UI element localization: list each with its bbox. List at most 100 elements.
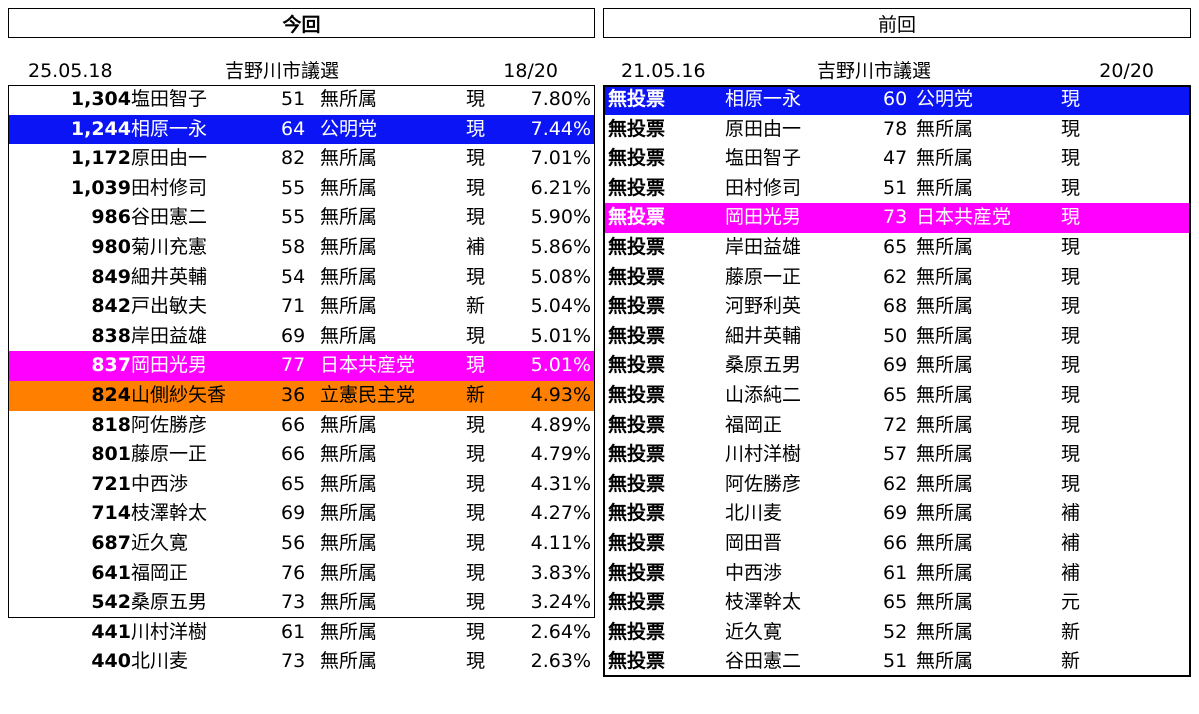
candidate-party: 無所属 — [320, 502, 378, 525]
candidate-party: 無所属 — [320, 413, 378, 436]
election-result: 無投票 — [608, 324, 666, 347]
candidate-age: 72 — [883, 413, 908, 436]
candidate-age: 51 — [281, 88, 306, 110]
candidate-party: 無所属 — [916, 472, 974, 495]
candidate-name: 北川麦 — [131, 650, 189, 673]
candidate-votes: 721 — [91, 472, 131, 495]
candidate-age: 73 — [281, 650, 306, 673]
candidate-votes: 818 — [91, 413, 131, 436]
candidate-age: 73 — [883, 206, 908, 229]
candidate-status: 元 — [1061, 591, 1081, 614]
candidate-status: 現 — [1061, 265, 1081, 288]
candidate-name: 塩田智子 — [725, 147, 802, 170]
result-row: 824 山側紗矢香 36 立憲民主党 新 4.93% — [8, 380, 595, 411]
candidate-vote-share: 2.64% — [530, 620, 591, 643]
previous-election-date: 21.05.16 — [621, 60, 706, 82]
candidate-age: 54 — [281, 265, 306, 288]
candidate-vote-share: 5.01% — [530, 324, 591, 347]
candidate-name: 藤原一正 — [725, 265, 802, 288]
candidate-status: 補 — [1061, 561, 1081, 584]
candidate-status: 現 — [466, 413, 486, 436]
candidate-age: 69 — [883, 354, 908, 377]
candidate-vote-share: 2.63% — [530, 650, 591, 673]
candidate-vote-share: 4.27% — [530, 502, 591, 525]
candidate-party: 日本共産党 — [320, 354, 416, 377]
election-result: 無投票 — [608, 88, 666, 110]
result-row: 1,244 相原一永 64 公明党 現 7.44% — [8, 114, 595, 145]
candidate-vote-share: 3.83% — [530, 561, 591, 584]
candidate-age: 55 — [281, 206, 306, 229]
election-result: 無投票 — [608, 443, 666, 466]
result-row: 721 中西渉 65 無所属 現 4.31% — [8, 470, 595, 500]
candidate-status: 新 — [466, 383, 486, 406]
candidate-name: 岡田光男 — [131, 354, 208, 377]
election-result: 無投票 — [608, 620, 666, 643]
candidate-age: 61 — [281, 620, 306, 643]
candidate-name: 阿佐勝彦 — [725, 472, 802, 495]
candidate-votes: 1,244 — [70, 117, 131, 140]
candidate-age: 68 — [883, 295, 908, 318]
candidate-age: 65 — [883, 383, 908, 406]
candidate-status: 現 — [1061, 383, 1081, 406]
candidate-votes: 842 — [91, 295, 131, 318]
candidate-status: 現 — [466, 176, 486, 199]
candidate-party: 無所属 — [916, 117, 974, 140]
candidate-age: 64 — [281, 117, 306, 140]
current-election-title: 吉野川市議選 — [225, 60, 340, 82]
candidate-age: 36 — [281, 383, 306, 406]
candidate-age: 58 — [281, 235, 306, 258]
candidate-age: 47 — [883, 147, 908, 170]
candidate-age: 52 — [883, 620, 908, 643]
candidate-age: 50 — [883, 324, 908, 347]
candidate-age: 62 — [883, 472, 908, 495]
result-row: 無投票 阿佐勝彦 62 無所属 現 — [603, 470, 1191, 500]
result-row: 1,304 塩田智子 51 無所属 現 7.80% — [8, 85, 595, 115]
candidate-votes: 641 — [91, 561, 131, 584]
candidate-age: 60 — [883, 88, 908, 110]
candidate-status: 現 — [1061, 354, 1081, 377]
candidate-party: 無所属 — [320, 324, 378, 347]
candidate-age: 73 — [281, 591, 306, 614]
candidate-age: 65 — [281, 472, 306, 495]
result-row: 441 川村洋樹 61 無所属 現 2.64% — [8, 618, 595, 648]
candidate-vote-share: 5.04% — [530, 295, 591, 318]
candidate-status: 新 — [1061, 650, 1081, 673]
candidate-name: 山添純二 — [725, 383, 802, 406]
candidate-name: 岡田光男 — [725, 206, 802, 229]
candidate-votes: 714 — [91, 502, 131, 525]
candidate-status: 新 — [466, 295, 486, 318]
candidate-party: 無所属 — [320, 561, 378, 584]
candidate-status: 現 — [466, 206, 486, 229]
candidate-name: 細井英輔 — [725, 324, 802, 347]
candidate-party: 無所属 — [916, 235, 974, 258]
candidate-status: 現 — [1061, 176, 1081, 199]
candidate-vote-share: 4.11% — [530, 531, 591, 554]
candidate-name: 細井英輔 — [131, 265, 208, 288]
candidate-status: 現 — [466, 620, 486, 643]
candidate-status: 現 — [1061, 472, 1081, 495]
candidate-status: 現 — [466, 591, 486, 614]
candidate-vote-share: 5.86% — [530, 235, 591, 258]
candidate-name: 岸田益雄 — [131, 324, 208, 347]
result-row: 無投票 原田由一 78 無所属 現 — [603, 115, 1191, 145]
candidate-votes: 1,172 — [70, 147, 131, 170]
candidate-status: 現 — [1061, 324, 1081, 347]
candidate-name: 中西渉 — [131, 472, 189, 495]
result-row: 無投票 谷田憲二 51 無所属 新 — [603, 647, 1191, 677]
result-row: 無投票 田村修司 51 無所属 現 — [603, 174, 1191, 204]
candidate-status: 現 — [1061, 295, 1081, 318]
result-row: 無投票 河野利英 68 無所属 現 — [603, 292, 1191, 322]
candidate-party: 無所属 — [320, 443, 378, 466]
candidate-vote-share: 6.21% — [530, 176, 591, 199]
candidate-party: 無所属 — [916, 620, 974, 643]
result-row: 無投票 細井英輔 50 無所属 現 — [603, 322, 1191, 352]
candidate-age: 65 — [883, 591, 908, 614]
election-result: 無投票 — [608, 413, 666, 436]
candidate-status: 現 — [1061, 443, 1081, 466]
candidate-status: 現 — [466, 561, 486, 584]
election-result: 無投票 — [608, 206, 666, 229]
candidate-name: 塩田智子 — [131, 88, 208, 110]
candidate-party: 無所属 — [916, 502, 974, 525]
candidate-name: 桑原五男 — [725, 354, 802, 377]
election-result: 無投票 — [608, 265, 666, 288]
